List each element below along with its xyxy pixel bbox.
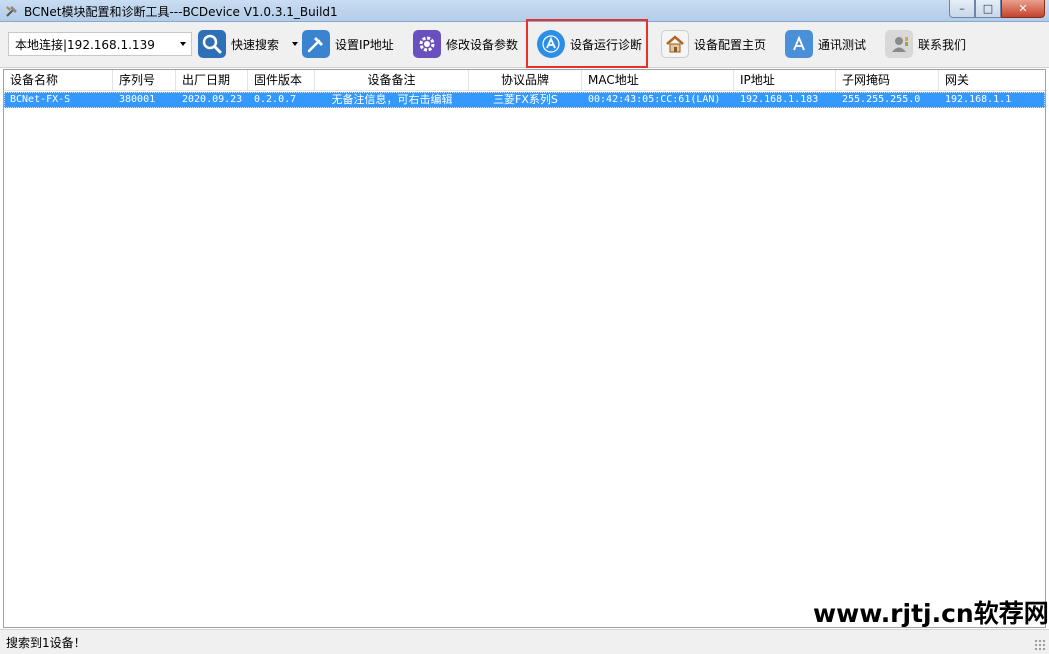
contact-us-button[interactable]: 联系我们 — [885, 29, 966, 59]
set-ip-button[interactable]: 设置IP地址 — [302, 29, 394, 59]
modify-params-label: 修改设备参数 — [446, 37, 519, 52]
column-header[interactable]: 网关 — [939, 70, 1045, 91]
hammer-icon — [302, 30, 330, 58]
cell-device-name: BCNet-FX-S — [10, 94, 71, 105]
minimize-button[interactable]: – — [949, 0, 975, 18]
watermark: www.rjtj.cn软荐网 — [813, 599, 1049, 628]
cell-firmware: 0.2.0.7 — [254, 94, 297, 105]
device-home-label: 设备配置主页 — [694, 37, 767, 52]
status-bar: 搜索到1设备！ — [0, 629, 1049, 654]
column-header[interactable]: 子网掩码 — [836, 70, 939, 91]
device-table: 设备名称 序列号 出厂日期 固件版本 设备备注 协议品牌 MAC地址 IP地址 … — [3, 69, 1046, 628]
contacts-icon — [885, 30, 913, 58]
cell-date: 2020.09.23 — [182, 94, 243, 105]
close-button[interactable]: ✕ — [1001, 0, 1045, 18]
column-header[interactable]: 设备备注 — [315, 70, 469, 91]
app-tools-icon — [4, 3, 20, 19]
column-header[interactable]: 序列号 — [113, 70, 176, 91]
chevron-down-icon — [180, 42, 186, 46]
column-header[interactable]: 设备名称 — [4, 70, 113, 91]
app-store-icon — [785, 30, 813, 58]
cell-protocol: 三菱FX系列S — [493, 93, 558, 106]
cell-note: 无备注信息，可右击编辑 — [331, 93, 453, 106]
column-header[interactable]: IP地址 — [734, 70, 836, 91]
column-header[interactable]: MAC地址 — [582, 70, 734, 91]
table-header: 设备名称 序列号 出厂日期 固件版本 设备备注 协议品牌 MAC地址 IP地址 … — [4, 70, 1045, 91]
column-header[interactable]: 出厂日期 — [176, 70, 248, 91]
home-icon — [661, 30, 689, 58]
quick-search-label: 快速搜索 — [231, 37, 280, 52]
window-title: BCNet模块配置和诊断工具---BCDevice V1.0.3.1_Build… — [24, 5, 338, 19]
cell-ip: 192.168.1.183 — [740, 94, 819, 105]
cell-gateway: 192.168.1.1 — [945, 94, 1012, 105]
cell-mac: 00:42:43:05:CC:61(LAN) — [588, 94, 721, 105]
contact-us-label: 联系我们 — [918, 37, 967, 52]
column-header[interactable]: 协议品牌 — [469, 70, 582, 91]
comm-test-button[interactable]: 通讯测试 — [785, 29, 866, 59]
comm-test-label: 通讯测试 — [818, 37, 867, 52]
set-ip-label: 设置IP地址 — [335, 37, 394, 52]
cell-serial: 380001 — [119, 94, 156, 105]
modify-params-button[interactable]: 修改设备参数 — [413, 29, 518, 59]
highlight-box — [526, 19, 648, 68]
cell-subnet: 255.255.255.0 — [842, 94, 921, 105]
connection-select[interactable]: 本地连接|192.168.1.139 — [8, 32, 192, 56]
maximize-button[interactable]: □ — [975, 0, 1001, 18]
column-header[interactable]: 固件版本 — [248, 70, 315, 91]
status-message: 搜索到1设备！ — [6, 636, 86, 650]
connection-value: 本地连接|192.168.1.139 — [15, 37, 155, 52]
quick-search-button[interactable]: 快速搜索 — [198, 29, 299, 59]
magnifier-icon — [198, 30, 226, 58]
device-home-button[interactable]: 设备配置主页 — [661, 29, 766, 59]
gear-icon — [413, 30, 441, 58]
title-bar: BCNet模块配置和诊断工具---BCDevice V1.0.3.1_Build… — [0, 0, 1049, 22]
toolbar: 本地连接|192.168.1.139 快速搜索 设置IP地址 修改设备参数 设备… — [0, 22, 1049, 68]
table-row[interactable]: BCNet-FX-S 380001 2020.09.23 0.2.0.7 无备注… — [4, 92, 1045, 108]
resize-grip-icon[interactable] — [1034, 639, 1046, 651]
chevron-down-icon[interactable] — [292, 42, 299, 46]
